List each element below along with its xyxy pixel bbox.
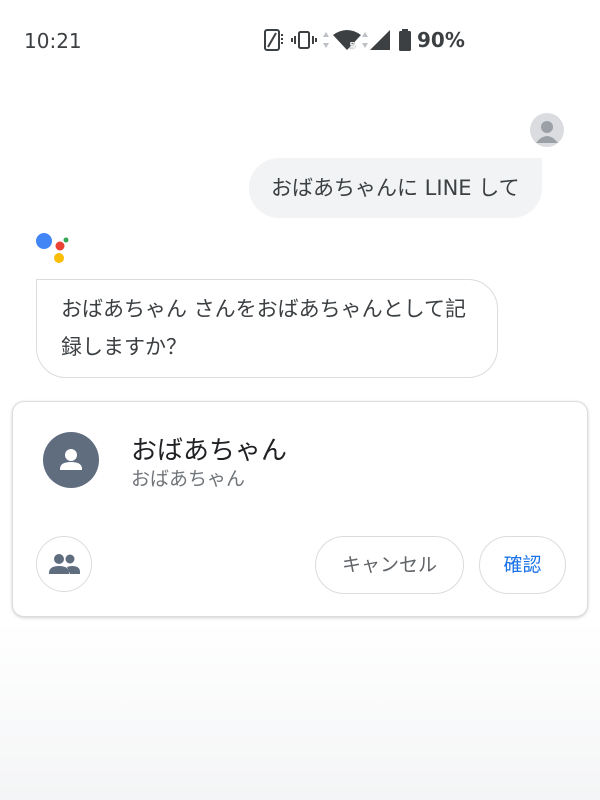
screen-rotate-icon [264,29,283,51]
choose-contact-button[interactable] [36,536,92,592]
background-fade [0,620,600,800]
battery-icon [399,29,411,51]
wifi-icon: 5 [333,30,361,52]
person-icon [536,121,558,143]
data-arrows-icon-2 [362,32,368,48]
status-bar: 10:21 5 90% [0,0,600,82]
contact-avatar [43,432,99,488]
google-assistant-icon [36,233,69,263]
contact-name: おばあちゃん [131,436,288,466]
confirm-button[interactable]: 確認 [479,536,566,594]
battery-percent: 90% [417,28,465,52]
user-avatar [530,113,564,147]
contact-subtitle: おばあちゃん [131,468,246,490]
status-time: 10:21 [24,29,82,53]
user-message-bubble[interactable]: おばあちゃんに LINE して [249,158,542,218]
cancel-button[interactable]: キャンセル [315,536,464,594]
wifi-badge: 5 [349,41,356,52]
person-icon [60,449,82,470]
signal-icon [370,30,390,50]
vibrate-icon [291,31,317,49]
assistant-message-bubble: おばあちゃん さんをおばあちゃんとして記録しますか？ [36,279,498,378]
group-icon [49,554,80,574]
data-arrows-icon [323,32,329,48]
contact-card: おばあちゃん おばあちゃん キャンセル 確認 [12,401,588,617]
